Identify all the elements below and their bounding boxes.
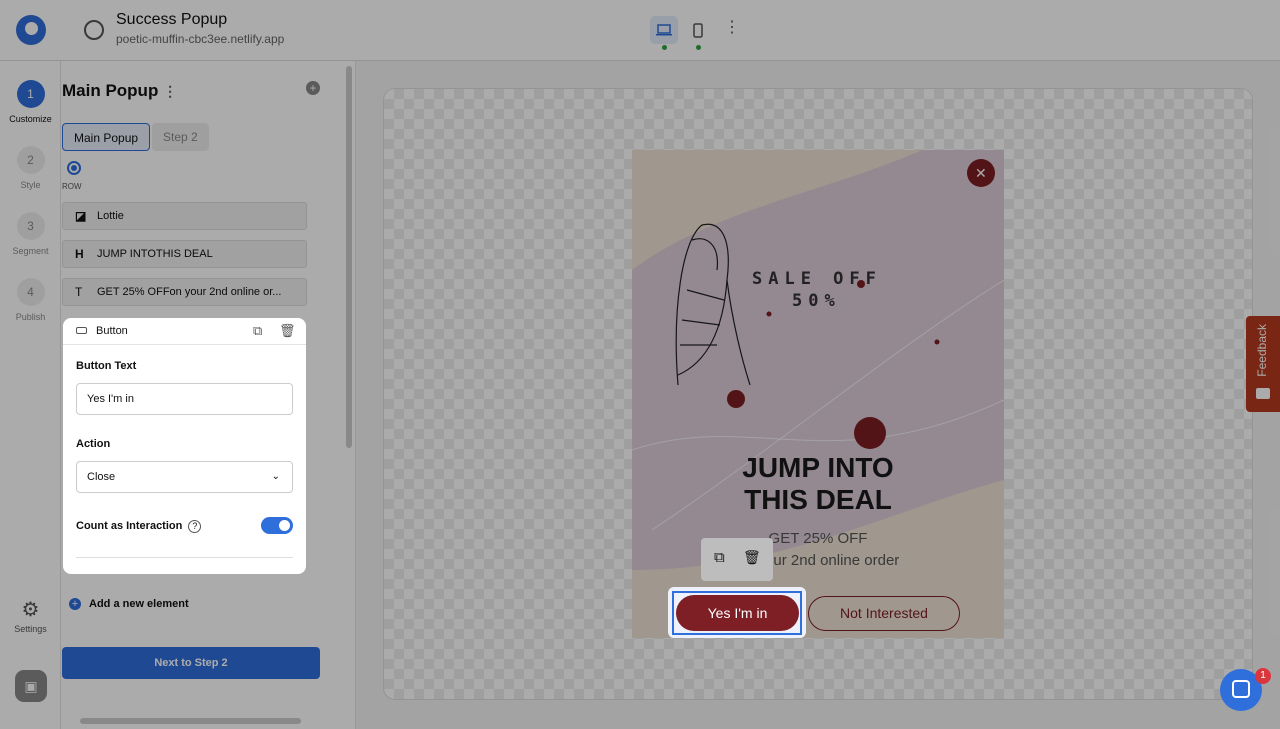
element-toolbar: ⧉ 🗑 bbox=[701, 538, 773, 581]
button-text-label: Button Text bbox=[76, 360, 137, 372]
chevron-down-icon: ⌄ bbox=[271, 471, 280, 482]
yes-im-in-button[interactable]: Yes I'm in bbox=[676, 595, 799, 631]
help-icon: ? bbox=[188, 520, 202, 533]
action-select[interactable]: Close ⌄ bbox=[76, 461, 293, 493]
button-element-label: Button bbox=[96, 325, 128, 337]
duplicate-icon[interactable]: ⧉ bbox=[253, 323, 262, 339]
chat-icon bbox=[1232, 680, 1250, 698]
notification-badge: 1 bbox=[1255, 668, 1271, 684]
button-settings-panel: Button ⧉ 🗑 Button Text Yes I'm in Action… bbox=[63, 318, 306, 574]
chat-launcher[interactable]: 1 bbox=[1220, 668, 1271, 711]
button-icon bbox=[76, 327, 87, 334]
trash-icon[interactable]: 🗑 bbox=[743, 549, 761, 566]
count-interaction-toggle[interactable] bbox=[261, 517, 293, 534]
selected-button-highlight: Yes I'm in bbox=[668, 587, 806, 638]
duplicate-icon[interactable]: ⧉ bbox=[714, 549, 725, 566]
button-element-header[interactable]: Button ⧉ 🗑 bbox=[63, 318, 306, 345]
count-interaction-label: Count as Interaction ? bbox=[76, 520, 202, 533]
action-label: Action bbox=[76, 438, 111, 450]
trash-icon[interactable]: 🗑 bbox=[279, 323, 296, 339]
button-text-input[interactable]: Yes I'm in bbox=[76, 383, 293, 415]
